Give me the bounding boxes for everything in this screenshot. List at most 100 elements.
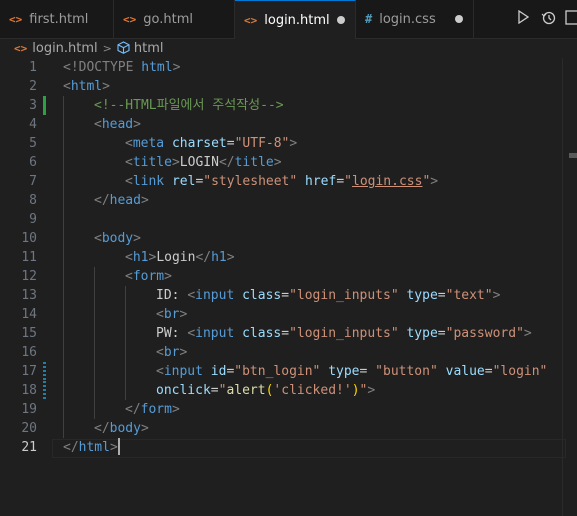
code-line: 15 PW: <input class="login_inputs" type=… xyxy=(0,324,577,343)
token: < xyxy=(156,364,164,379)
token: LOGIN xyxy=(179,155,219,170)
token: type xyxy=(328,364,360,379)
code-line: 14 <br> xyxy=(0,305,577,324)
tab-first-html[interactable]: <> first.html xyxy=(0,0,114,38)
token: < xyxy=(63,79,71,94)
breadcrumb-file[interactable]: login.html xyxy=(32,41,97,56)
code-line: 5 <meta charset="UTF-8"> xyxy=(0,134,577,153)
breadcrumb: <> login.html > html xyxy=(0,39,577,58)
line-number: 19 xyxy=(21,402,37,417)
token: > xyxy=(140,421,149,436)
token: </ xyxy=(63,440,79,455)
tab-go-html[interactable]: <> go.html xyxy=(114,0,235,38)
token: 'clicked!' xyxy=(273,383,352,398)
token: br xyxy=(163,345,180,360)
code-line-current: 21 </html> xyxy=(0,438,577,458)
scrollbar-marker xyxy=(569,153,577,158)
added-line-marker[interactable] xyxy=(43,96,46,115)
run-icon[interactable] xyxy=(517,9,530,28)
token: ID: xyxy=(156,288,188,303)
token: < xyxy=(94,231,102,246)
token: br xyxy=(163,307,180,322)
unsaved-dot-icon[interactable] xyxy=(337,16,345,24)
token: onclick xyxy=(156,383,211,398)
chevron-right-icon: > xyxy=(102,42,112,55)
code-line: 11 <h1>Login</h1> xyxy=(0,248,577,267)
token: form xyxy=(132,269,165,284)
token: < xyxy=(94,117,102,132)
code-line: 16 <br> xyxy=(0,343,577,362)
token: form xyxy=(140,402,172,417)
token: < xyxy=(125,155,133,170)
line-number: 2 xyxy=(29,79,37,94)
line-number: 9 xyxy=(29,212,37,227)
code-line: 18 onclick="alert('clicked!')"> xyxy=(0,381,577,400)
breadcrumb-symbol[interactable]: html xyxy=(134,41,164,56)
html-file-icon: <> xyxy=(123,12,137,26)
token: "password" xyxy=(445,326,524,341)
token: input xyxy=(195,326,235,341)
token: </ xyxy=(218,155,235,170)
token: > xyxy=(179,307,188,322)
line-number: 18 xyxy=(21,383,37,398)
line-number: 12 xyxy=(21,269,37,284)
split-editor-icon[interactable] xyxy=(565,10,577,29)
code-editor[interactable]: 1 <!DOCTYPE html> 2 <html> 3 <!--HTML파일에… xyxy=(0,58,577,516)
modified-line-marker[interactable] xyxy=(43,362,46,381)
timeline-icon[interactable] xyxy=(541,10,556,29)
token: </ xyxy=(94,193,110,208)
tab-login-css[interactable]: # login.css xyxy=(356,0,474,38)
code-line: 10 <body> xyxy=(0,229,577,248)
token: "btn_login" xyxy=(234,364,321,379)
line-number: 6 xyxy=(29,155,37,170)
token: meta xyxy=(132,136,165,151)
token: " xyxy=(344,174,352,189)
token: "login_inputs" xyxy=(289,326,399,341)
token: </ xyxy=(125,402,141,417)
token: = xyxy=(437,288,446,303)
token: > xyxy=(523,326,532,341)
token: = xyxy=(226,136,235,151)
cube-symbol-icon xyxy=(117,40,130,57)
token: < xyxy=(156,307,164,322)
line-number: 15 xyxy=(21,326,37,341)
token: href xyxy=(305,174,337,189)
html-file-icon: <> xyxy=(9,12,23,26)
line-number: 8 xyxy=(29,193,37,208)
token: > xyxy=(273,155,282,170)
token: </ xyxy=(195,250,212,265)
code-line: 17 <input id="btn_login" type= "button" … xyxy=(0,362,577,381)
token: > xyxy=(102,79,110,94)
line-number: 5 xyxy=(29,136,37,151)
token: alert xyxy=(226,383,266,398)
line-number: 21 xyxy=(21,440,37,455)
tab-login-html[interactable]: <> login.html xyxy=(235,0,356,39)
code-line: 1 <!DOCTYPE html> xyxy=(0,58,577,77)
token: ) xyxy=(351,383,360,398)
code-line: 19 </form> xyxy=(0,400,577,419)
modified-line-marker[interactable] xyxy=(43,381,46,400)
css-file-icon: # xyxy=(365,12,373,26)
code-line: 12 <form> xyxy=(0,267,577,286)
line-number: 4 xyxy=(29,117,37,132)
vertical-scrollbar[interactable] xyxy=(562,58,577,516)
token: > xyxy=(140,193,149,208)
token: = xyxy=(281,288,290,303)
token: </ xyxy=(94,421,110,436)
token: html xyxy=(78,440,110,455)
token: head xyxy=(109,193,141,208)
token: "button" xyxy=(375,364,438,379)
current-line-highlight xyxy=(52,439,566,458)
unsaved-dot-icon[interactable] xyxy=(455,15,463,23)
token: < xyxy=(125,269,133,284)
code-line: 6 <title>LOGIN</title> xyxy=(0,153,577,172)
stylesheet-link[interactable]: login.css xyxy=(352,174,422,189)
line-number: 1 xyxy=(29,60,37,75)
code-line: 13 ID: <input class="login_inputs" type=… xyxy=(0,286,577,305)
token: > xyxy=(171,155,180,170)
token: "text" xyxy=(445,288,493,303)
token: > xyxy=(164,269,172,284)
